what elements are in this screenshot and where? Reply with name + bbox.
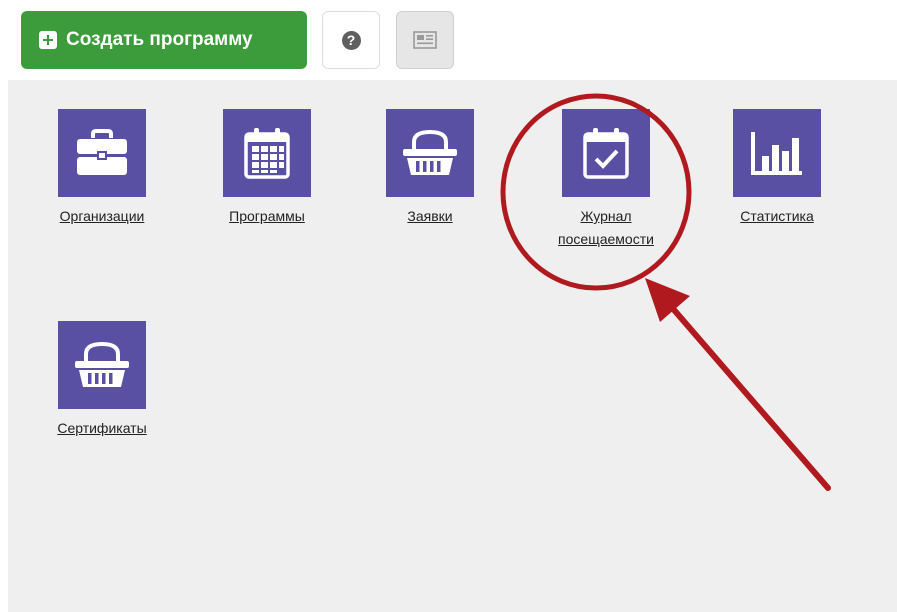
create-program-button[interactable]: Создать программу <box>21 11 307 69</box>
tile-statistics[interactable]: Статистика <box>712 109 842 228</box>
tile-icon-box <box>58 321 146 409</box>
create-program-label: Создать программу <box>66 29 253 50</box>
news-button[interactable] <box>396 11 454 69</box>
calendar-check-icon <box>583 128 629 179</box>
tile-label-organizations[interactable]: Организации <box>37 205 167 228</box>
briefcase-icon <box>77 129 127 175</box>
tile-organizations[interactable]: Организации <box>37 109 167 228</box>
calendar-grid-icon <box>244 128 290 179</box>
tile-label-certificates[interactable]: Сертификаты <box>37 417 167 440</box>
tile-programs[interactable]: Программы <box>202 109 332 228</box>
tile-icon-box <box>58 109 146 197</box>
question-circle-icon: ? <box>341 30 361 50</box>
tile-label-attendance-journal[interactable]: Журнал посещаемости <box>541 205 671 251</box>
bar-chart-icon <box>751 132 802 175</box>
newspaper-icon <box>413 31 437 49</box>
tile-label-statistics[interactable]: Статистика <box>712 205 842 228</box>
tile-label-programs[interactable]: Программы <box>202 205 332 228</box>
tile-icon-box <box>562 109 650 197</box>
page: Создать программу ? Организации Программ… <box>0 0 897 612</box>
tile-icon-box <box>223 109 311 197</box>
tile-label-applications[interactable]: Заявки <box>365 205 495 228</box>
tile-icon-box <box>733 109 821 197</box>
tile-icon-box <box>386 109 474 197</box>
tile-applications[interactable]: Заявки <box>365 109 495 228</box>
help-button[interactable]: ? <box>322 11 380 69</box>
basket-icon <box>75 341 129 387</box>
tile-certificates[interactable]: Сертификаты <box>37 321 167 440</box>
tile-attendance-journal[interactable]: Журнал посещаемости <box>541 109 671 251</box>
basket-icon <box>403 129 457 175</box>
modules-panel: Организации Программы Заявки Журнал посе… <box>8 80 897 612</box>
plus-square-icon <box>39 31 57 49</box>
